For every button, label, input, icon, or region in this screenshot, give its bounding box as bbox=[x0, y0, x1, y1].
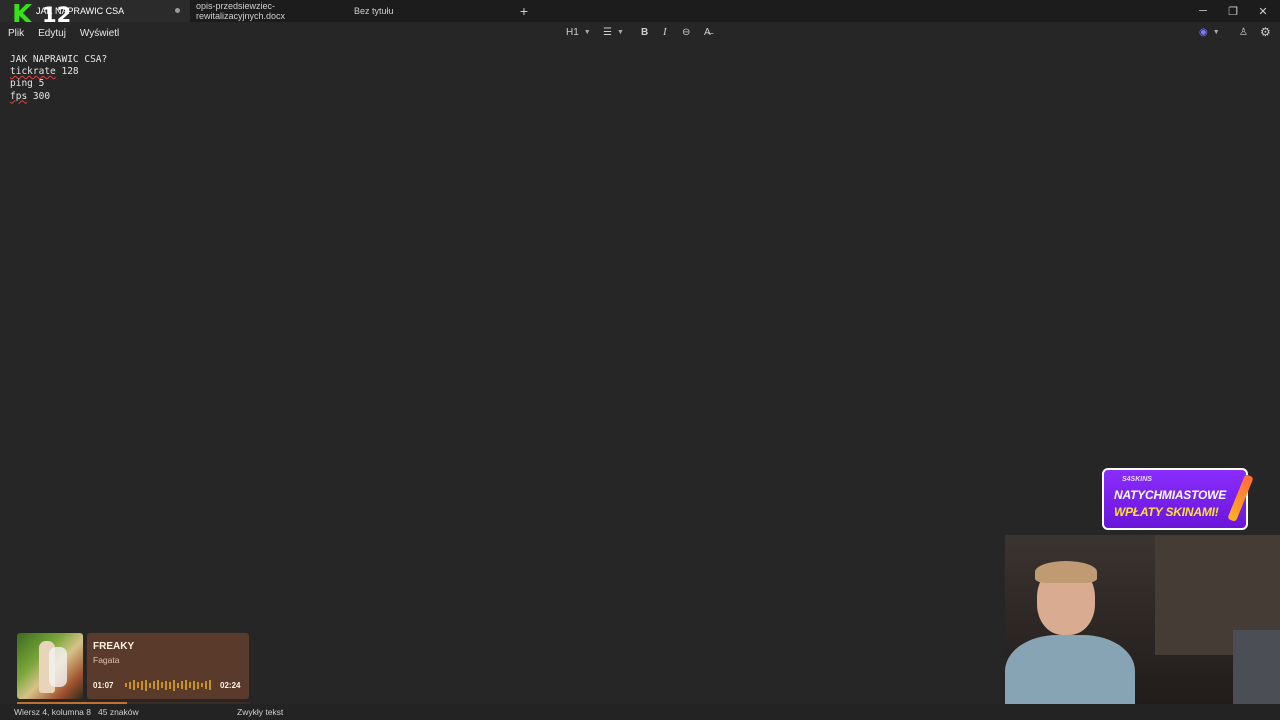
waveform-bar bbox=[161, 682, 163, 688]
char-count: 45 znaków bbox=[98, 707, 139, 717]
misspelled-word: fps bbox=[10, 90, 28, 102]
line-word: ping bbox=[10, 78, 33, 90]
waveform-bar bbox=[125, 683, 127, 687]
waveform-bar bbox=[133, 680, 135, 690]
maximize-button[interactable]: ❐ bbox=[1218, 0, 1248, 22]
misspelled-word: tickrate bbox=[10, 66, 56, 78]
menu-plik[interactable]: Plik bbox=[8, 28, 24, 39]
editor-line-2: tickrate 128 bbox=[10, 66, 107, 78]
track-artist: Fagata bbox=[93, 655, 120, 665]
ad-brand: S4SKINS bbox=[1122, 476, 1152, 483]
editor-line-4: fps 300 bbox=[10, 91, 107, 103]
webcam-feed bbox=[1005, 535, 1280, 720]
menu-edytuj[interactable]: Edytuj bbox=[38, 28, 66, 39]
promo-banner: S4SKINS NATYCHMIASTOWE WPŁATY SKINAMI! bbox=[1102, 468, 1254, 530]
chevron-down-icon: ▼ bbox=[583, 28, 591, 36]
streamer-hair bbox=[1035, 561, 1097, 583]
line-text: 128 bbox=[55, 66, 79, 78]
line-text: 5 bbox=[32, 78, 45, 90]
waveform-bar bbox=[145, 679, 147, 691]
waveform-bar bbox=[193, 680, 195, 690]
waveform-bar bbox=[165, 680, 167, 690]
line-text: 300 bbox=[27, 90, 51, 102]
tab-opis-docx[interactable]: opis-przedsiewziec-rewitalizacyjnych.doc… bbox=[190, 0, 350, 22]
account-button[interactable]: ♙ bbox=[1239, 22, 1248, 42]
menu-wyswietl[interactable]: Wyświetl bbox=[80, 28, 119, 39]
waveform bbox=[125, 679, 213, 691]
ad-line-1: NATYCHMIASTOWE bbox=[1114, 488, 1227, 502]
waveform-bar bbox=[197, 681, 199, 689]
waveform-bar bbox=[169, 681, 171, 689]
unsaved-dot-icon bbox=[175, 8, 180, 13]
track-title: FREAKY bbox=[93, 641, 135, 652]
list-icon: ☰ bbox=[603, 26, 612, 38]
copilot-icon: ◉ bbox=[1199, 26, 1208, 38]
tab-title: opis-przedsiewziec-rewitalizacyjnych.doc… bbox=[196, 1, 286, 21]
bold-button[interactable]: B bbox=[641, 22, 648, 42]
heading-dropdown[interactable]: H1 ▼ bbox=[566, 22, 591, 42]
waveform-bar bbox=[189, 682, 191, 688]
now-playing-widget: FREAKY Fagata 01:07 02:24 bbox=[17, 633, 250, 705]
close-button[interactable]: ✕ bbox=[1248, 0, 1278, 22]
title-bar: JAK NAPRAWIC CSA opis-przedsiewziec-rewi… bbox=[0, 0, 1280, 22]
waveform-bar bbox=[153, 681, 155, 689]
waveform-bar bbox=[185, 680, 187, 690]
tab-title: Bez tytułu bbox=[354, 6, 394, 16]
editor-line-3: ping 5 bbox=[10, 78, 107, 90]
pen-icon bbox=[1227, 474, 1254, 522]
clear-formatting-button[interactable]: A̶ bbox=[704, 22, 711, 42]
list-dropdown[interactable]: ☰ ▼ bbox=[603, 22, 624, 42]
copilot-button[interactable]: ◉ ▼ bbox=[1199, 22, 1220, 42]
waveform-bar bbox=[149, 682, 151, 688]
track-card: FREAKY Fagata 01:07 02:24 bbox=[87, 633, 249, 699]
text-format[interactable]: Zwykły tekst bbox=[237, 707, 283, 717]
waveform-bar bbox=[137, 682, 139, 688]
waveform-bar bbox=[157, 680, 159, 690]
italic-button[interactable]: I bbox=[663, 22, 667, 42]
menu-bar: Plik Edytuj Wyświetl bbox=[0, 22, 1280, 44]
new-tab-button[interactable]: + bbox=[514, 0, 534, 22]
minimize-button[interactable]: ─ bbox=[1188, 0, 1218, 22]
album-figure-2 bbox=[49, 647, 67, 687]
waveform-bar bbox=[173, 679, 175, 691]
waveform-bar bbox=[177, 682, 179, 688]
elapsed-time: 01:07 bbox=[93, 681, 114, 690]
chevron-down-icon: ▼ bbox=[616, 28, 624, 36]
heading-label: H1 bbox=[566, 26, 579, 38]
waveform-bar bbox=[209, 680, 211, 690]
ad-line-2: WPŁATY SKINAMI! bbox=[1114, 505, 1219, 519]
link-button[interactable]: ⊖ bbox=[682, 22, 690, 42]
editor-line-1: JAK NAPRAWIC CSA? bbox=[10, 54, 108, 65]
total-time: 02:24 bbox=[220, 681, 241, 690]
chevron-down-icon: ▼ bbox=[1212, 28, 1220, 36]
waveform-bar bbox=[205, 681, 207, 689]
waveform-bar bbox=[201, 683, 203, 687]
album-cover bbox=[17, 633, 83, 699]
cursor-position: Wiersz 4, kolumna 8 bbox=[14, 707, 91, 717]
status-bar: Wiersz 4, kolumna 8 45 znaków Zwykły tek… bbox=[0, 704, 1280, 720]
text-editor[interactable]: JAK NAPRAWIC CSA? tickrate 128 ping 5 fps 3… bbox=[10, 54, 107, 103]
waveform-bar bbox=[129, 681, 131, 689]
waveform-bar bbox=[181, 681, 183, 689]
tab-bez-tytulu[interactable]: Bez tytułu bbox=[350, 0, 510, 22]
settings-gear-icon[interactable]: ⚙ bbox=[1260, 22, 1271, 42]
waveform-bar bbox=[141, 680, 143, 690]
